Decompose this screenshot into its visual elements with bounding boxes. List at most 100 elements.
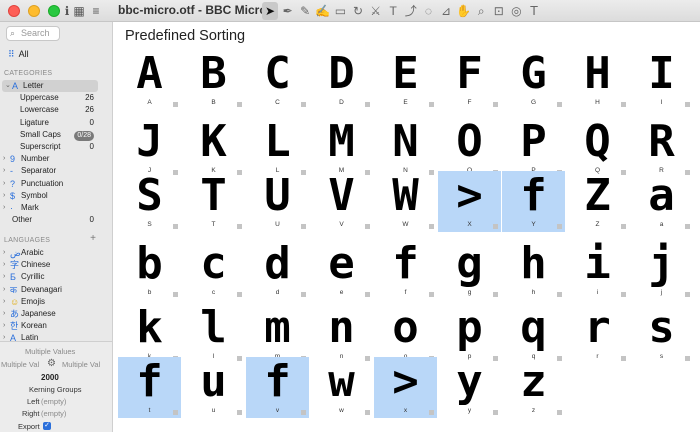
color-label-marker[interactable] (301, 292, 306, 297)
list-view-icon[interactable]: ≡ (89, 2, 103, 20)
color-label-marker[interactable] (365, 224, 370, 229)
glyph-cell[interactable]: II (630, 49, 693, 110)
color-label-marker[interactable] (365, 102, 370, 107)
add-language-icon[interactable]: + (90, 233, 96, 244)
glyph-cell[interactable]: zz (502, 357, 565, 418)
glyph-cell[interactable]: cc (182, 239, 245, 300)
width-value[interactable]: 2000 (41, 373, 59, 382)
glyph-cell[interactable]: WW (374, 171, 437, 232)
color-label-marker[interactable] (493, 224, 498, 229)
sidebar-item-superscript[interactable]: Superscript 0 (0, 141, 104, 153)
pen-tool-icon[interactable]: ✒ (280, 2, 296, 20)
color-label-marker[interactable] (365, 292, 370, 297)
glyph-cell[interactable]: HH (566, 49, 629, 110)
color-label-marker[interactable] (429, 410, 434, 415)
glyph-cell[interactable]: VV (310, 171, 373, 232)
sidebar-item-other[interactable]: Other 0 (0, 214, 104, 226)
glyph-cell[interactable]: GG (502, 49, 565, 110)
chevron-right-icon[interactable]: › (3, 153, 5, 165)
glyph-cell[interactable]: NN (374, 117, 437, 178)
sidebar-item-chinese[interactable]: › 字 Chinese (0, 259, 104, 271)
glyph-cell[interactable]: CC (246, 49, 309, 110)
glyph-cell[interactable]: AA (118, 49, 181, 110)
sidebar-item-devanagari[interactable]: › क Devanagari (0, 284, 104, 296)
glyph-cell[interactable]: PP (502, 117, 565, 178)
color-label-marker[interactable] (429, 292, 434, 297)
color-label-marker[interactable] (173, 102, 178, 107)
color-label-marker[interactable] (173, 410, 178, 415)
color-label-marker[interactable] (237, 102, 242, 107)
hand-tool-icon[interactable]: ✋ (456, 2, 472, 20)
glyph-cell[interactable]: ZZ (566, 171, 629, 232)
pencil-tool-icon[interactable]: ✎ (297, 2, 313, 20)
select-tool-icon[interactable]: ➤ (262, 2, 278, 20)
kerning-left-field[interactable]: (empty) (41, 397, 66, 406)
color-label-marker[interactable] (557, 292, 562, 297)
color-label-marker[interactable] (557, 102, 562, 107)
color-label-marker[interactable] (493, 292, 498, 297)
glyph-cell[interactable]: > x (374, 357, 437, 418)
glyph-cell[interactable]: kk (118, 303, 181, 364)
chevron-right-icon[interactable]: › (3, 271, 5, 283)
glyph-cell[interactable]: TT (182, 171, 245, 232)
glyph-cell[interactable]: yy (438, 357, 501, 418)
camera-tool-icon[interactable]: ⊡ (491, 2, 507, 20)
chevron-down-icon[interactable]: ⌄ (5, 80, 11, 92)
glyph-cell[interactable]: DD (310, 49, 373, 110)
color-label-marker[interactable] (173, 224, 178, 229)
color-label-marker[interactable] (237, 410, 242, 415)
kerning-right-field[interactable]: (empty) (41, 409, 66, 418)
color-label-marker[interactable] (621, 102, 626, 107)
export-checkbox[interactable]: ✓ (43, 421, 51, 431)
sidebar-item-symbol[interactable]: › $ Symbol (0, 190, 104, 202)
chevron-right-icon[interactable]: › (3, 178, 5, 190)
chevron-right-icon[interactable]: › (3, 259, 5, 271)
glyph-cell[interactable]: OO (438, 117, 501, 178)
left-sidebearing-field[interactable]: Multiple Val (1, 360, 39, 369)
chevron-right-icon[interactable]: › (3, 165, 5, 177)
chevron-right-icon[interactable]: › (3, 247, 5, 259)
color-label-marker[interactable] (621, 292, 626, 297)
glyph-cell[interactable]: KK (182, 117, 245, 178)
chevron-right-icon[interactable]: › (3, 190, 5, 202)
path-tool-icon[interactable]: ⤴ (403, 2, 419, 20)
close-window-button[interactable] (8, 5, 20, 17)
color-label-marker[interactable] (429, 224, 434, 229)
glyph-cell[interactable]: pp (438, 303, 501, 364)
glyph-cell[interactable]: UU (246, 171, 309, 232)
glyph-cell[interactable]: ft (118, 357, 181, 418)
color-label-marker[interactable] (493, 410, 498, 415)
glyph-cell[interactable]: fv (246, 357, 309, 418)
type-tool-icon[interactable]: ꓔ (526, 2, 542, 20)
sidebar-item-mark[interactable]: › · Mark (0, 202, 104, 214)
glyph-cell[interactable]: BB (182, 49, 245, 110)
sidebar-item-letter[interactable]: ⌄ A Letter (2, 80, 98, 92)
glyph-cell[interactable]: LL (246, 117, 309, 178)
sidebar-item-all[interactable]: ⠿ All (8, 49, 29, 60)
glyph-cell[interactable]: mm (246, 303, 309, 364)
chevron-right-icon[interactable]: › (3, 284, 5, 296)
glyph-cell[interactable]: ll (182, 303, 245, 364)
brush-tool-icon[interactable]: ✍ (315, 2, 331, 20)
glyph-cell[interactable]: rr (566, 303, 629, 364)
rectangle-tool-icon[interactable]: ▭ (332, 2, 348, 20)
color-label-marker[interactable] (557, 224, 562, 229)
sidebar-item-lowercase[interactable]: Lowercase 26 (0, 104, 104, 116)
glyph-cell[interactable]: dd (246, 239, 309, 300)
lock-metrics-icon[interactable]: ⚙ (47, 358, 56, 369)
annotation-tool-icon[interactable]: ◌ (420, 2, 436, 20)
glyph-cell[interactable]: ss (630, 303, 693, 364)
glyph-cell[interactable]: ii (566, 239, 629, 300)
chevron-right-icon[interactable]: › (3, 308, 5, 320)
glyph-cell[interactable]: > X (438, 171, 501, 232)
chevron-right-icon[interactable]: › (3, 202, 5, 214)
color-label-marker[interactable] (493, 102, 498, 107)
glyph-cell[interactable]: oo (374, 303, 437, 364)
color-label-marker[interactable] (301, 102, 306, 107)
sidebar-item-arabic[interactable]: › ض Arabic (0, 247, 104, 259)
glyph-cell[interactable]: jj (630, 239, 693, 300)
sidebar-item-number[interactable]: › 9 Number (0, 153, 104, 165)
glyph-cell[interactable]: qq (502, 303, 565, 364)
sidebar-item-korean[interactable]: › 한 Korean (0, 320, 104, 332)
glyph-cell[interactable]: FF (438, 49, 501, 110)
